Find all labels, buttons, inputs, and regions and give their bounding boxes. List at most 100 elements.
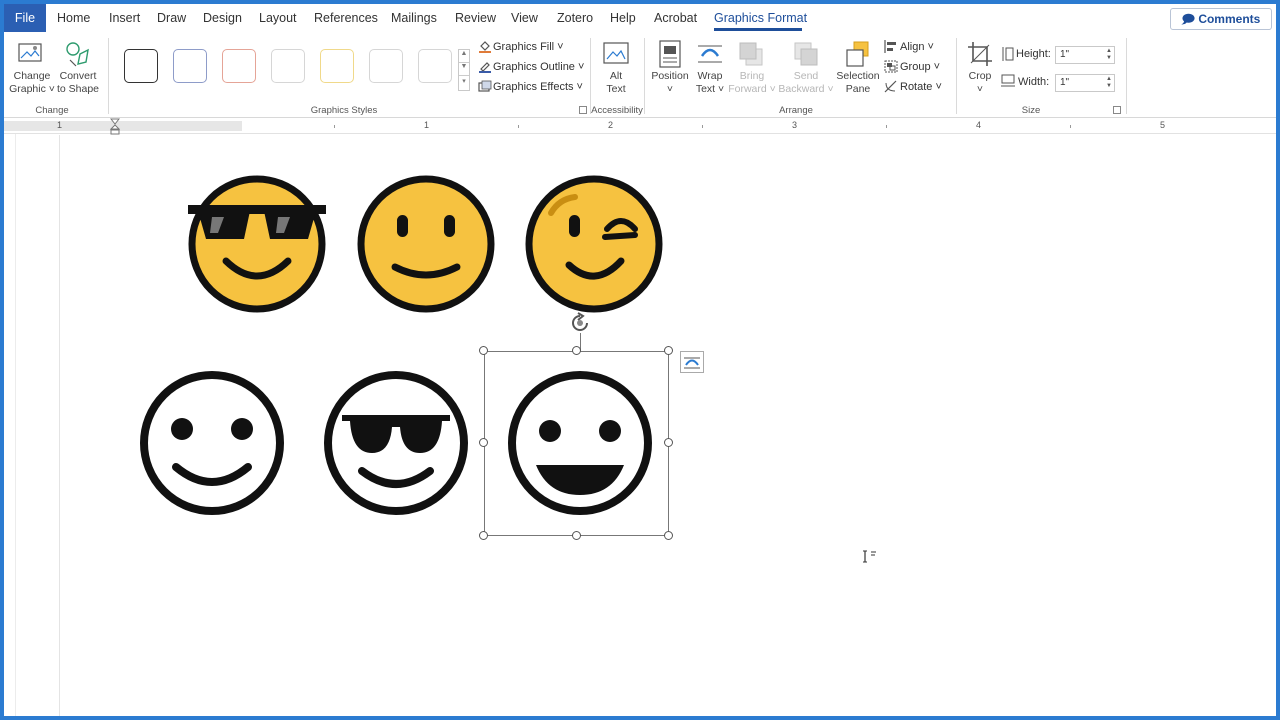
style-swatch-7[interactable] — [418, 49, 452, 83]
group-label: Group ˅ — [900, 61, 941, 73]
ruler-number: 3 — [792, 120, 798, 130]
graphics-styles-launcher-icon[interactable] — [579, 106, 587, 114]
gallery-scroll[interactable]: ▲ ▼ ▾ — [458, 49, 470, 91]
resize-handle-top-right[interactable] — [664, 346, 673, 355]
selection-pane-icon — [846, 41, 869, 67]
alt-text-label-2: Text — [606, 83, 626, 95]
group-divider — [644, 38, 645, 114]
graphics-outline-label: Graphics Outline ˅ — [493, 61, 585, 73]
winking-face-icon[interactable] — [523, 173, 665, 315]
change-group-label: Change — [35, 105, 69, 116]
convert-to-shape-icon — [66, 42, 89, 67]
ruler-number: 2 — [608, 120, 614, 130]
ruler-tick — [1070, 125, 1071, 128]
comment-icon: 🗩 — [1181, 12, 1199, 26]
graphics-effects-label: Graphics Effects ˅ — [493, 81, 583, 93]
width-label: Width: — [1018, 76, 1050, 88]
height-input[interactable]: 1" ▲ ▼ — [1055, 46, 1115, 64]
word-window: File Home Insert Draw Design Layout Refe… — [4, 4, 1276, 716]
smiling-face-outline-icon[interactable] — [138, 369, 286, 517]
comments-button[interactable]: 🗩 Comments — [1170, 8, 1272, 30]
style-swatch-4[interactable] — [271, 49, 305, 83]
style-swatch-3[interactable] — [222, 49, 256, 83]
resize-handle-left[interactable] — [479, 438, 488, 447]
style-swatch-1[interactable] — [124, 49, 158, 83]
sunglasses-face-icon[interactable] — [186, 173, 328, 315]
graphics-fill-label: Graphics Fill ˅ — [493, 41, 564, 53]
resize-handle-top[interactable] — [572, 346, 581, 355]
height-icon — [1002, 47, 1014, 61]
chevron-up-icon[interactable]: ▲ — [459, 50, 469, 63]
indent-marker-icon[interactable] — [110, 118, 120, 136]
tab-mailings[interactable]: Mailings — [391, 11, 437, 25]
bring-forward-icon — [739, 42, 763, 66]
ruler-tick — [334, 125, 335, 128]
tab-review[interactable]: Review — [455, 11, 496, 25]
spin-up-icon[interactable]: ▲ — [1106, 48, 1112, 54]
group-divider — [108, 38, 109, 114]
selection-pane-label-1: Selection — [836, 70, 880, 82]
sunglasses-face-outline-icon[interactable] — [322, 369, 470, 517]
crop-label-2: ˅ — [976, 83, 984, 95]
tab-draw[interactable]: Draw — [157, 11, 186, 25]
height-label: Height: — [1016, 48, 1051, 60]
tab-design[interactable]: Design — [203, 11, 242, 25]
position-label-2: ˅ — [666, 83, 674, 95]
tab-acrobat[interactable]: Acrobat — [654, 11, 697, 25]
resize-handle-bottom[interactable] — [572, 531, 581, 540]
tab-references[interactable]: References — [314, 11, 378, 25]
resize-handle-right[interactable] — [664, 438, 673, 447]
active-tab-indicator — [714, 28, 802, 31]
pen-outline-icon — [479, 62, 491, 73]
width-input[interactable]: 1" ▲ ▼ — [1055, 74, 1115, 92]
chevron-down-icon[interactable]: ▼ — [459, 63, 469, 76]
effects-icon — [478, 80, 492, 92]
tab-help[interactable]: Help — [610, 11, 636, 25]
spin-down-icon[interactable]: ▼ — [1106, 55, 1112, 61]
wrap-text-label-1: Wrap — [697, 70, 723, 82]
size-launcher-icon[interactable] — [1113, 106, 1121, 114]
document-page[interactable] — [16, 135, 1276, 716]
ribbon: Change Graphic ˅ Convert to Shape Change… — [4, 32, 1276, 118]
change-graphic-label-2: Graphic ˅ — [9, 83, 55, 95]
style-swatch-2[interactable] — [173, 49, 207, 83]
ruler-tick — [702, 125, 703, 128]
spin-down-icon[interactable]: ▼ — [1106, 83, 1112, 89]
gallery-more-icon[interactable]: ▾ — [459, 77, 469, 90]
vertical-ruler[interactable] — [4, 134, 16, 716]
horizontal-ruler[interactable]: 1 1 2 3 4 5 — [4, 118, 1276, 136]
align-icon — [884, 40, 896, 53]
rotate-handle-icon[interactable] — [569, 312, 593, 334]
convert-label-2: to Shape — [56, 83, 100, 95]
tab-home[interactable]: Home — [57, 11, 90, 25]
size-group-label: Size — [1021, 105, 1041, 116]
smiling-face-icon[interactable] — [355, 173, 497, 315]
selection-frame — [484, 351, 669, 536]
send-backward-icon — [794, 42, 818, 66]
tab-file[interactable]: File — [4, 4, 46, 32]
tab-layout[interactable]: Layout — [259, 11, 297, 25]
resize-handle-bottom-right[interactable] — [664, 531, 673, 540]
paint-bucket-icon — [479, 41, 491, 53]
resize-handle-top-left[interactable] — [479, 346, 488, 355]
layout-options-button[interactable] — [680, 351, 704, 373]
ruler-number: 1 — [424, 120, 430, 130]
style-swatch-5[interactable] — [320, 49, 354, 83]
text-cursor-icon — [863, 550, 876, 563]
style-swatch-6[interactable] — [369, 49, 403, 83]
group-icon — [884, 60, 898, 73]
spin-up-icon[interactable]: ▲ — [1106, 76, 1112, 82]
width-icon — [1001, 74, 1015, 87]
position-icon — [659, 40, 681, 68]
align-label: Align ˅ — [900, 41, 934, 53]
tab-view[interactable]: View — [511, 11, 538, 25]
resize-handle-bottom-left[interactable] — [479, 531, 488, 540]
tab-graphics-format[interactable]: Graphics Format — [714, 11, 807, 25]
crop-icon — [968, 42, 992, 66]
tab-zotero[interactable]: Zotero — [557, 11, 593, 25]
tab-insert[interactable]: Insert — [109, 11, 140, 25]
group-divider — [590, 38, 591, 114]
convert-label-1: Convert — [59, 70, 97, 82]
selection-pane-label-2: Pane — [845, 83, 871, 95]
alt-text-label-1: Alt — [609, 70, 623, 82]
